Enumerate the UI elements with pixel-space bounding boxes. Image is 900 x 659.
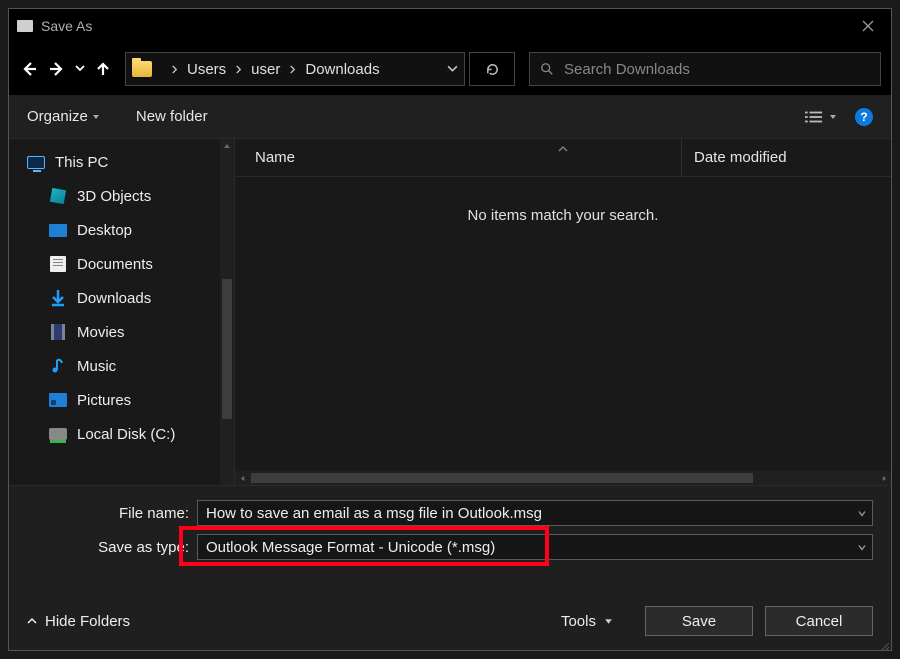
scroll-up-icon	[223, 142, 231, 150]
sidebar: This PC 3D Objects Desktop Documents	[9, 139, 235, 485]
search-input[interactable]: Search Downloads	[529, 52, 881, 86]
save-as-type-row: Save as type: Outlook Message Format - U…	[27, 534, 873, 560]
save-as-type-dropdown[interactable]	[858, 539, 866, 556]
column-name[interactable]: Name	[235, 149, 681, 166]
save-button[interactable]: Save	[645, 606, 753, 636]
hide-folders-button[interactable]: Hide Folders	[27, 613, 130, 630]
content-horizontal-scrollbar[interactable]	[235, 471, 891, 485]
crumb-users[interactable]: Users	[187, 61, 226, 78]
sidebar-item-music[interactable]: Music	[9, 349, 234, 383]
download-icon	[49, 290, 67, 306]
file-name-dropdown[interactable]	[858, 505, 866, 522]
tools-button[interactable]: Tools	[561, 613, 613, 630]
music-icon	[49, 358, 67, 374]
file-list-area: Name Date modified No items match your s…	[235, 139, 891, 485]
chevron-right-icon	[288, 65, 297, 74]
chevron-down-icon	[447, 63, 458, 74]
sidebar-item-local-disk[interactable]: Local Disk (C:)	[9, 417, 234, 451]
recent-locations-button[interactable]	[75, 60, 85, 78]
sidebar-item-movies[interactable]: Movies	[9, 315, 234, 349]
caret-down-icon	[604, 617, 613, 626]
refresh-icon	[485, 62, 500, 77]
file-name-input[interactable]: How to save an email as a msg file in Ou…	[197, 500, 873, 526]
caret-down-icon	[92, 113, 100, 121]
chevron-right-icon	[234, 65, 243, 74]
view-options-button[interactable]	[805, 108, 837, 125]
column-date-modified[interactable]: Date modified	[681, 139, 891, 176]
sort-indicator-icon	[558, 139, 568, 156]
picture-icon	[49, 393, 67, 407]
chevron-down-icon	[858, 544, 866, 552]
document-icon	[50, 256, 66, 272]
nav-arrows	[19, 60, 113, 78]
movie-icon	[51, 324, 65, 340]
close-icon	[862, 20, 874, 32]
window-title: Save As	[41, 18, 92, 34]
app-icon	[17, 20, 33, 32]
search-icon	[540, 62, 554, 76]
sidebar-item-desktop[interactable]: Desktop	[9, 213, 234, 247]
folder-tree: This PC 3D Objects Desktop Documents	[9, 139, 234, 457]
chevron-down-icon	[858, 510, 866, 518]
breadcrumb[interactable]: Users user Downloads	[125, 52, 465, 86]
organize-button[interactable]: Organize	[27, 108, 100, 125]
sidebar-item-downloads[interactable]: Downloads	[9, 281, 234, 315]
breadcrumb-dropdown[interactable]	[447, 61, 458, 78]
3d-objects-icon	[50, 188, 66, 204]
new-folder-button[interactable]: New folder	[136, 108, 208, 125]
search-placeholder: Search Downloads	[564, 61, 690, 78]
hscroll-thumb[interactable]	[251, 473, 753, 483]
help-button[interactable]: ?	[855, 108, 873, 126]
scroll-left-icon	[239, 475, 246, 482]
close-button[interactable]	[845, 9, 891, 43]
chevron-down-icon	[75, 63, 85, 73]
title-bar: Save As	[9, 9, 891, 43]
file-name-label: File name:	[27, 505, 197, 522]
save-as-type-select[interactable]: Outlook Message Format - Unicode (*.msg)	[197, 534, 873, 560]
save-as-dialog: Save As Users user	[8, 8, 892, 651]
empty-message: No items match your search.	[235, 177, 891, 224]
bottom-panel: File name: How to save an email as a msg…	[9, 485, 891, 650]
up-button[interactable]	[93, 61, 113, 77]
action-row: Hide Folders Tools Save Cancel	[27, 606, 873, 640]
main-area: This PC 3D Objects Desktop Documents	[9, 139, 891, 485]
toolbar: Organize New folder ?	[9, 95, 891, 139]
cancel-button[interactable]: Cancel	[765, 606, 873, 636]
monitor-icon	[27, 156, 45, 169]
sidebar-item-documents[interactable]: Documents	[9, 247, 234, 281]
list-view-icon	[805, 110, 823, 124]
column-headers: Name Date modified	[235, 139, 891, 177]
scroll-thumb[interactable]	[222, 279, 232, 419]
scroll-right-icon	[881, 475, 888, 482]
folder-icon	[132, 61, 152, 77]
caret-down-icon	[829, 113, 837, 121]
sidebar-item-3d-objects[interactable]: 3D Objects	[9, 179, 234, 213]
crumb-downloads[interactable]: Downloads	[305, 61, 379, 78]
desktop-icon	[49, 224, 67, 237]
sidebar-item-pictures[interactable]: Pictures	[9, 383, 234, 417]
save-as-type-label: Save as type:	[27, 539, 197, 556]
navigation-bar: Users user Downloads Search Downloads	[9, 43, 891, 95]
back-button[interactable]	[19, 61, 39, 77]
sidebar-item-this-pc[interactable]: This PC	[9, 145, 234, 179]
resize-grip-icon[interactable]	[879, 638, 889, 648]
forward-button[interactable]	[47, 61, 67, 77]
chevron-right-icon	[170, 65, 179, 74]
sidebar-scrollbar[interactable]	[220, 139, 234, 485]
disk-icon	[49, 428, 67, 440]
chevron-up-icon	[27, 616, 37, 626]
refresh-button[interactable]	[469, 52, 515, 86]
crumb-user[interactable]: user	[251, 61, 280, 78]
file-name-row: File name: How to save an email as a msg…	[27, 500, 873, 526]
